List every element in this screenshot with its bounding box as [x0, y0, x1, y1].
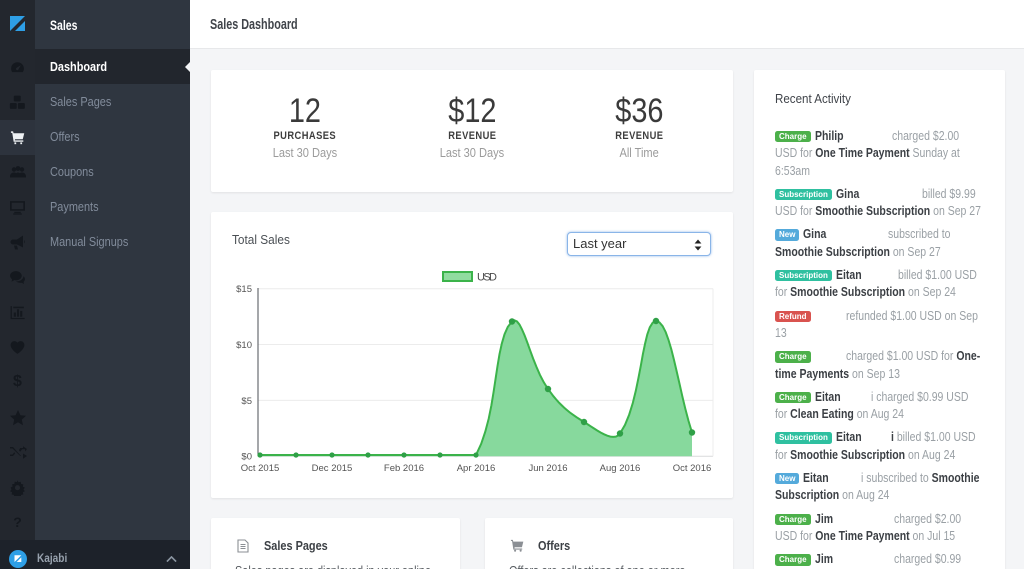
svg-text:$10: $10 [236, 340, 252, 351]
svg-text:Apr 2016: Apr 2016 [457, 463, 496, 474]
svg-text:Dec 2015: Dec 2015 [312, 463, 353, 474]
svg-text:$5: $5 [241, 396, 252, 407]
svg-text:Jun 2016: Jun 2016 [528, 463, 567, 474]
svg-text:Oct 2015: Oct 2015 [241, 463, 280, 474]
svg-text:$15: $15 [236, 284, 252, 295]
svg-text:USD: USD [477, 272, 497, 284]
svg-text:Feb 2016: Feb 2016 [384, 463, 424, 474]
svg-text:Aug 2016: Aug 2016 [600, 463, 641, 474]
svg-text:Oct 2016: Oct 2016 [673, 463, 712, 474]
svg-text:$0: $0 [241, 452, 252, 463]
